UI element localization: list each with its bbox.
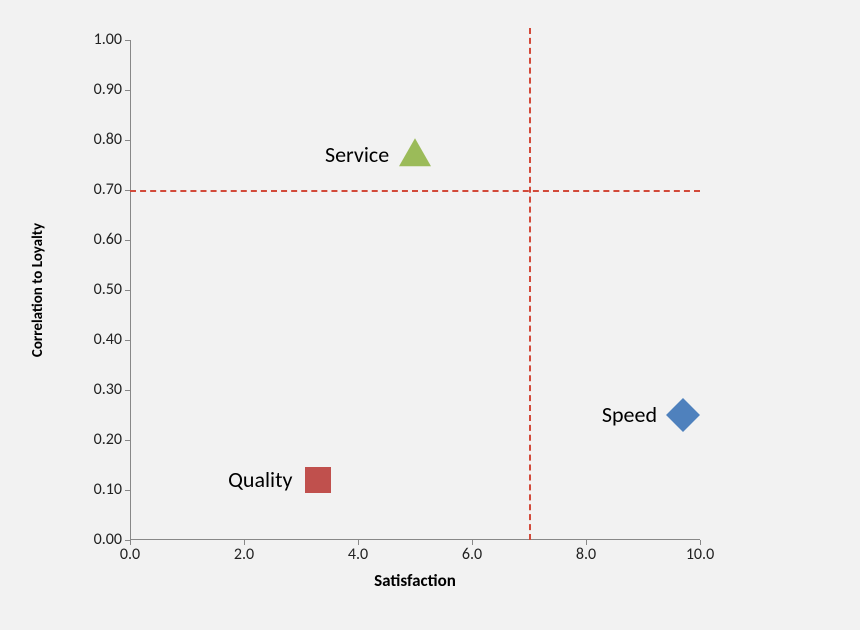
y-tick-label: 0.50 xyxy=(82,280,122,299)
y-tick xyxy=(125,90,130,91)
x-tick-label: 6.0 xyxy=(452,545,492,564)
y-tick xyxy=(125,140,130,141)
x-tick-label: 4.0 xyxy=(338,545,378,564)
scatter-chart: Correlation to Loyalty Satisfaction 0.0 0… xyxy=(0,0,860,630)
x-tick xyxy=(472,540,473,545)
y-tick xyxy=(125,340,130,341)
y-tick-label: 0.70 xyxy=(82,180,122,199)
y-axis-title: Correlation to Loyalty xyxy=(29,223,47,357)
x-tick-label: 0.0 xyxy=(110,545,150,564)
data-point-label: Service xyxy=(325,141,389,168)
y-tick-label: 0.20 xyxy=(82,430,122,449)
x-tick xyxy=(130,540,131,545)
y-tick-label: 0.10 xyxy=(82,480,122,499)
x-tick-label: 8.0 xyxy=(566,545,606,564)
x-tick xyxy=(358,540,359,545)
y-tick xyxy=(125,240,130,241)
y-tick xyxy=(125,440,130,441)
y-tick xyxy=(125,490,130,491)
x-tick xyxy=(244,540,245,545)
y-tick xyxy=(125,40,130,41)
square-icon xyxy=(305,467,331,493)
x-tick-label: 10.0 xyxy=(680,545,720,564)
x-tick xyxy=(586,540,587,545)
triangle-icon xyxy=(399,138,431,166)
reference-line-horizontal xyxy=(130,190,700,192)
y-tick-label: 0.80 xyxy=(82,130,122,149)
x-tick xyxy=(700,540,701,545)
data-point-label: Quality xyxy=(228,466,292,493)
y-tick-label: 0.40 xyxy=(82,330,122,349)
y-tick-label: 0.90 xyxy=(82,80,122,99)
y-tick-label: 1.00 xyxy=(82,30,122,49)
reference-line-vertical xyxy=(529,28,531,540)
x-axis-title: Satisfaction xyxy=(130,570,700,591)
data-point-label: Speed xyxy=(602,401,657,428)
y-tick xyxy=(125,390,130,391)
plot-area xyxy=(130,40,700,540)
y-tick-label: 0.30 xyxy=(82,380,122,399)
y-tick-label: 0.60 xyxy=(82,230,122,249)
y-tick xyxy=(125,290,130,291)
x-tick-label: 2.0 xyxy=(224,545,264,564)
